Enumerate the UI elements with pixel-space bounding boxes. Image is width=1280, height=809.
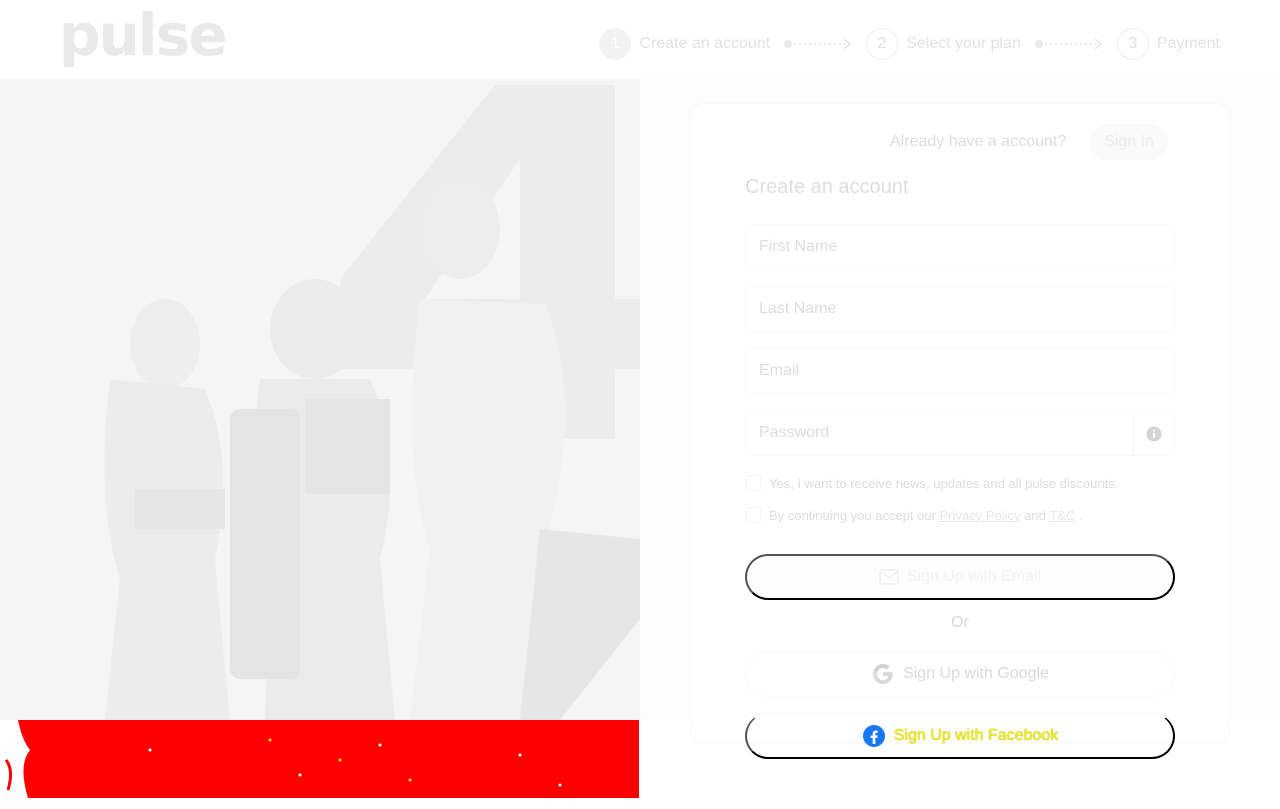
or-separator: Or [951, 614, 969, 631]
news-checkbox-label: Yes, I want to receive news, updates and… [769, 475, 1119, 491]
sign-up-email-button[interactable]: Sign Up with Email [745, 554, 1175, 600]
news-checkbox[interactable] [745, 475, 761, 491]
progress-steps: 1 Create an account 2 Select your plan 3… [599, 28, 1220, 60]
red-overlay-strip [0, 720, 639, 798]
arrow-connector-icon [1034, 38, 1105, 50]
last-name-field [745, 286, 1175, 332]
sign-up-facebook-label: Sign Up with Facebook [893, 726, 1059, 744]
terms-checkbox-row: By continuing you accept our Privacy Pol… [745, 507, 1083, 523]
sign-up-google-button[interactable]: Sign Up with Google [745, 651, 1175, 697]
password-input[interactable] [746, 411, 1136, 455]
tc-link[interactable]: T&C [1049, 508, 1075, 523]
email-input[interactable] [746, 349, 1174, 393]
header: pulse 1 Create an account 2 Select your … [0, 0, 1280, 79]
info-icon[interactable] [1146, 426, 1162, 442]
sign-up-facebook-button[interactable]: Sign Up with Facebook [745, 713, 1175, 759]
privacy-policy-link[interactable]: Privacy Policy [940, 508, 1021, 523]
news-checkbox-row: Yes, I want to receive news, updates and… [745, 475, 1118, 491]
mail-icon [879, 569, 899, 585]
signin-row: Already have a account? Sign In [890, 124, 1168, 160]
sign-up-email-label: Sign Up with Email [906, 568, 1042, 585]
already-account-text: Already have a account? [890, 133, 1067, 150]
step-number: 1 [599, 28, 632, 60]
first-name-field [745, 224, 1175, 270]
first-name-input[interactable] [746, 225, 1174, 269]
password-divider [1133, 411, 1134, 455]
form-title: Create an account [745, 176, 909, 198]
step-number: 3 [1116, 28, 1149, 60]
google-icon [873, 664, 893, 684]
logo[interactable]: pulse [59, 6, 228, 64]
step-label: Payment [1156, 35, 1220, 52]
step-label: Select your plan [906, 35, 1021, 52]
sign-in-button[interactable]: Sign In [1090, 124, 1168, 160]
terms-suffix: . [1079, 507, 1083, 523]
terms-checkbox[interactable] [745, 507, 761, 523]
terms-prefix: By continuing you accept our [769, 507, 936, 523]
step-create-account: 1 Create an account [599, 28, 770, 60]
step-payment: 3 Payment [1116, 28, 1220, 60]
password-field [745, 410, 1175, 456]
email-field [745, 348, 1175, 394]
sign-up-google-label: Sign Up with Google [903, 665, 1049, 682]
arrow-connector-icon [784, 38, 854, 50]
step-number: 2 [866, 28, 899, 60]
facebook-icon [862, 724, 885, 747]
step-label: Create an account [639, 35, 771, 52]
terms-and: and [1024, 507, 1046, 523]
last-name-input[interactable] [746, 287, 1174, 331]
hero-image [0, 79, 640, 720]
step-select-plan: 2 Select your plan [866, 28, 1021, 60]
